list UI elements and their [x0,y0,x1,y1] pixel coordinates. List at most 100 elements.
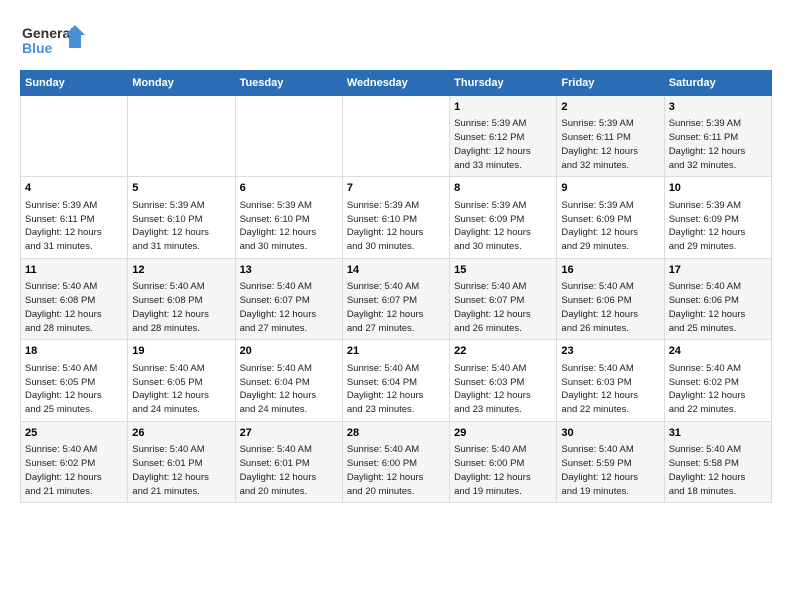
day-info: Sunrise: 5:40 AM Sunset: 6:00 PM Dayligh… [454,443,552,498]
header-tuesday: Tuesday [235,71,342,96]
calendar-cell: 12 Sunrise: 5:40 AM Sunset: 6:08 PM Dayli… [128,258,235,339]
day-number: 20 [240,344,338,359]
day-info: Sunrise: 5:40 AM Sunset: 5:58 PM Dayligh… [669,443,767,498]
svg-text:Blue: Blue [22,40,53,56]
calendar-cell: 26 Sunrise: 5:40 AM Sunset: 6:01 PM Dayli… [128,421,235,502]
day-info: Sunrise: 5:39 AM Sunset: 6:09 PM Dayligh… [454,199,552,254]
calendar-cell: 28 Sunrise: 5:40 AM Sunset: 6:00 PM Dayli… [342,421,449,502]
svg-text:General: General [22,25,74,41]
day-info: Sunrise: 5:39 AM Sunset: 6:09 PM Dayligh… [669,199,767,254]
logo: GeneralBlue [20,20,90,60]
day-number: 15 [454,263,552,278]
day-number: 1 [454,100,552,115]
header-saturday: Saturday [664,71,771,96]
calendar-cell: 3 Sunrise: 5:39 AM Sunset: 6:11 PM Daylig… [664,96,771,177]
calendar-cell: 2 Sunrise: 5:39 AM Sunset: 6:11 PM Daylig… [557,96,664,177]
calendar-cell: 31 Sunrise: 5:40 AM Sunset: 5:58 PM Dayli… [664,421,771,502]
calendar-cell: 21 Sunrise: 5:40 AM Sunset: 6:04 PM Dayli… [342,340,449,421]
day-info: Sunrise: 5:39 AM Sunset: 6:10 PM Dayligh… [347,199,445,254]
day-info: Sunrise: 5:39 AM Sunset: 6:11 PM Dayligh… [669,117,767,172]
day-number: 12 [132,263,230,278]
calendar-cell [128,96,235,177]
day-number: 9 [561,181,659,196]
day-number: 24 [669,344,767,359]
day-info: Sunrise: 5:40 AM Sunset: 6:01 PM Dayligh… [132,443,230,498]
day-info: Sunrise: 5:40 AM Sunset: 6:07 PM Dayligh… [454,280,552,335]
calendar-cell: 14 Sunrise: 5:40 AM Sunset: 6:07 PM Dayli… [342,258,449,339]
calendar-cell: 24 Sunrise: 5:40 AM Sunset: 6:02 PM Dayli… [664,340,771,421]
day-number: 21 [347,344,445,359]
day-info: Sunrise: 5:40 AM Sunset: 6:04 PM Dayligh… [347,362,445,417]
calendar-cell: 1 Sunrise: 5:39 AM Sunset: 6:12 PM Daylig… [450,96,557,177]
day-number: 5 [132,181,230,196]
day-info: Sunrise: 5:40 AM Sunset: 6:01 PM Dayligh… [240,443,338,498]
day-number: 10 [669,181,767,196]
calendar-cell: 9 Sunrise: 5:39 AM Sunset: 6:09 PM Daylig… [557,177,664,258]
day-number: 25 [25,426,123,441]
day-info: Sunrise: 5:40 AM Sunset: 6:06 PM Dayligh… [561,280,659,335]
calendar-cell: 22 Sunrise: 5:40 AM Sunset: 6:03 PM Dayli… [450,340,557,421]
day-info: Sunrise: 5:40 AM Sunset: 6:02 PM Dayligh… [669,362,767,417]
day-info: Sunrise: 5:40 AM Sunset: 6:07 PM Dayligh… [347,280,445,335]
day-info: Sunrise: 5:40 AM Sunset: 6:00 PM Dayligh… [347,443,445,498]
day-number: 11 [25,263,123,278]
calendar-cell [235,96,342,177]
day-number: 6 [240,181,338,196]
day-number: 31 [669,426,767,441]
day-info: Sunrise: 5:39 AM Sunset: 6:10 PM Dayligh… [240,199,338,254]
day-number: 18 [25,344,123,359]
day-number: 13 [240,263,338,278]
day-info: Sunrise: 5:40 AM Sunset: 6:03 PM Dayligh… [561,362,659,417]
header-friday: Friday [557,71,664,96]
calendar-cell: 13 Sunrise: 5:40 AM Sunset: 6:07 PM Dayli… [235,258,342,339]
day-number: 23 [561,344,659,359]
calendar-cell: 16 Sunrise: 5:40 AM Sunset: 6:06 PM Dayli… [557,258,664,339]
calendar-cell: 18Sunrise: 5:40 AM Sunset: 6:05 PM Dayli… [21,340,128,421]
day-number: 17 [669,263,767,278]
day-info: Sunrise: 5:39 AM Sunset: 6:11 PM Dayligh… [561,117,659,172]
day-info: Sunrise: 5:39 AM Sunset: 6:10 PM Dayligh… [132,199,230,254]
calendar-cell: 25Sunrise: 5:40 AM Sunset: 6:02 PM Dayli… [21,421,128,502]
calendar-cell: 4Sunrise: 5:39 AM Sunset: 6:11 PM Daylig… [21,177,128,258]
day-info: Sunrise: 5:39 AM Sunset: 6:12 PM Dayligh… [454,117,552,172]
day-info: Sunrise: 5:40 AM Sunset: 6:03 PM Dayligh… [454,362,552,417]
calendar-cell: 7 Sunrise: 5:39 AM Sunset: 6:10 PM Daylig… [342,177,449,258]
day-info: Sunrise: 5:40 AM Sunset: 6:06 PM Dayligh… [669,280,767,335]
day-number: 16 [561,263,659,278]
week-row-3: 11 Sunrise: 5:40 AM Sunset: 6:08 PM Dayli… [21,258,772,339]
calendar-cell: 20 Sunrise: 5:40 AM Sunset: 6:04 PM Dayli… [235,340,342,421]
day-number: 22 [454,344,552,359]
day-number: 4 [25,181,123,196]
day-info: Sunrise: 5:40 AM Sunset: 6:07 PM Dayligh… [240,280,338,335]
day-number: 14 [347,263,445,278]
calendar-cell: 15 Sunrise: 5:40 AM Sunset: 6:07 PM Dayli… [450,258,557,339]
calendar-cell: 23 Sunrise: 5:40 AM Sunset: 6:03 PM Dayli… [557,340,664,421]
header-wednesday: Wednesday [342,71,449,96]
calendar-cell: 11Sunrise: 5:40 AM Sunset: 6:08 PM Dayli… [21,258,128,339]
header-sunday: Sunday [21,71,128,96]
calendar-cell: 17 Sunrise: 5:40 AM Sunset: 6:06 PM Dayli… [664,258,771,339]
day-number: 8 [454,181,552,196]
day-info: Sunrise: 5:40 AM Sunset: 6:05 PM Dayligh… [132,362,230,417]
day-number: 27 [240,426,338,441]
day-number: 2 [561,100,659,115]
calendar-cell: 30Sunrise: 5:40 AM Sunset: 5:59 PM Dayli… [557,421,664,502]
day-number: 26 [132,426,230,441]
day-info: Sunrise: 5:40 AM Sunset: 6:08 PM Dayligh… [132,280,230,335]
day-info: Sunrise: 5:40 AM Sunset: 5:59 PM Dayligh… [561,443,659,498]
day-number: 29 [454,426,552,441]
day-number: 7 [347,181,445,196]
calendar-cell: 19Sunrise: 5:40 AM Sunset: 6:05 PM Dayli… [128,340,235,421]
week-row-1: 1 Sunrise: 5:39 AM Sunset: 6:12 PM Daylig… [21,96,772,177]
calendar-header-row: SundayMondayTuesdayWednesdayThursdayFrid… [21,71,772,96]
day-info: Sunrise: 5:39 AM Sunset: 6:09 PM Dayligh… [561,199,659,254]
calendar-cell: 5 Sunrise: 5:39 AM Sunset: 6:10 PM Daylig… [128,177,235,258]
day-number: 28 [347,426,445,441]
calendar-cell: 10 Sunrise: 5:39 AM Sunset: 6:09 PM Dayli… [664,177,771,258]
calendar-cell: 27 Sunrise: 5:40 AM Sunset: 6:01 PM Dayli… [235,421,342,502]
calendar-cell: 8 Sunrise: 5:39 AM Sunset: 6:09 PM Daylig… [450,177,557,258]
header-thursday: Thursday [450,71,557,96]
day-number: 3 [669,100,767,115]
day-info: Sunrise: 5:40 AM Sunset: 6:04 PM Dayligh… [240,362,338,417]
week-row-5: 25Sunrise: 5:40 AM Sunset: 6:02 PM Dayli… [21,421,772,502]
